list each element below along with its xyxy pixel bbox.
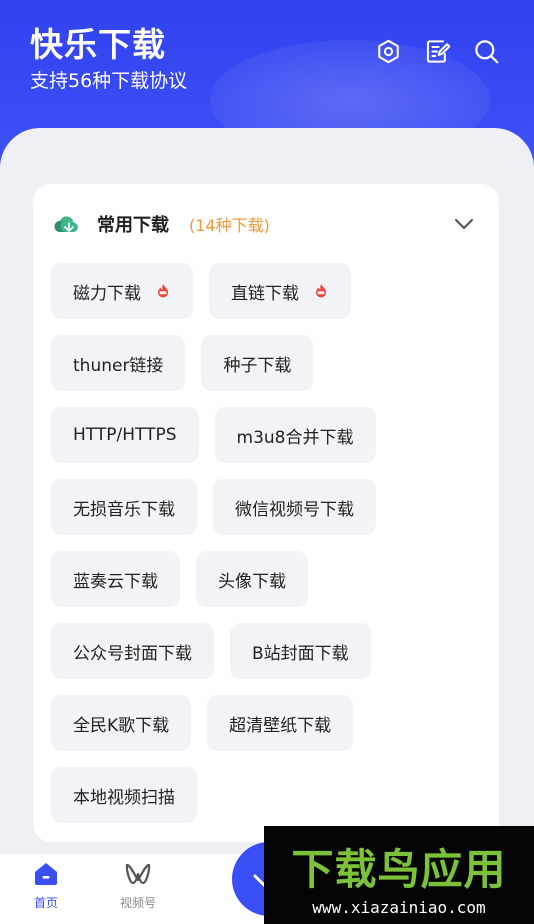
chip-official-account-cover-download[interactable]: 公众号封面下载 bbox=[51, 623, 214, 679]
app-title: 快乐下载 bbox=[30, 25, 166, 64]
chip-magnet-download[interactable]: 磁力下载 bbox=[51, 263, 193, 319]
search-icon[interactable] bbox=[473, 38, 500, 65]
chip-http-https[interactable]: HTTP/HTTPS bbox=[51, 407, 199, 463]
chip-bilibili-cover-download[interactable]: B站封面下载 bbox=[230, 623, 371, 679]
chip-lossless-music-download[interactable]: 无损音乐下载 bbox=[51, 479, 197, 535]
watermark-logo: 下载鸟应用 www.xiazainiao.com bbox=[264, 826, 534, 924]
chip-row: 蓝奏云下载 头像下载 bbox=[51, 551, 489, 607]
download-types: 磁力下载 直链下载 thuner链接 种子下载 HTTP/HTTPS m3u8合… bbox=[51, 263, 489, 839]
hot-badge-icon bbox=[158, 284, 168, 298]
notes-icon[interactable] bbox=[424, 38, 451, 65]
chip-kge-download[interactable]: 全民K歌下载 bbox=[51, 695, 192, 751]
watermark-title: 下载鸟应用 bbox=[291, 845, 507, 894]
nav-home[interactable]: 首页 bbox=[16, 860, 76, 911]
chip-row: 无损音乐下载 微信视频号下载 bbox=[51, 479, 489, 535]
hot-badge-icon bbox=[316, 284, 326, 298]
nav-video-channel[interactable]: 视频号 bbox=[108, 860, 168, 911]
nav-home-label: 首页 bbox=[33, 896, 58, 910]
app-subtitle: 支持56种下载协议 bbox=[30, 70, 188, 92]
watermark-url: www.xiazainiao.com bbox=[312, 898, 486, 917]
chip-avatar-download[interactable]: 头像下载 bbox=[196, 551, 308, 607]
chip-direct-link-download[interactable]: 直链下载 bbox=[209, 263, 351, 319]
chip-wechat-channels-download[interactable]: 微信视频号下载 bbox=[213, 479, 376, 535]
chip-label: 磁力下载 bbox=[73, 283, 141, 304]
chip-torrent-download[interactable]: 种子下载 bbox=[201, 335, 314, 391]
home-icon bbox=[35, 863, 57, 885]
chip-local-video-scan[interactable]: 本地视频扫描 bbox=[51, 767, 197, 823]
chip-m3u8-merge-download[interactable]: m3u8合并下载 bbox=[214, 407, 376, 463]
chevron-down-icon[interactable] bbox=[453, 217, 475, 231]
download-count: (14种下载) bbox=[189, 216, 270, 235]
common-downloads-card: 常用下载 (14种下载) 磁力下载 直链下载 thuner链接 种子下载 HTT… bbox=[33, 184, 499, 842]
header-actions bbox=[375, 38, 500, 65]
settings-icon[interactable] bbox=[375, 38, 402, 65]
chip-row: HTTP/HTTPS m3u8合并下载 bbox=[51, 407, 489, 463]
nav-video-label: 视频号 bbox=[119, 896, 156, 910]
chip-thunder-link[interactable]: thuner链接 bbox=[51, 335, 186, 391]
cloud-icon bbox=[54, 216, 78, 232]
chip-row: 磁力下载 直链下载 bbox=[51, 263, 489, 319]
chip-row: 全民K歌下载 超清壁纸下载 bbox=[51, 695, 489, 751]
card-title: 常用下载 bbox=[97, 215, 169, 236]
video-channel-icon bbox=[125, 863, 151, 885]
chip-row: thuner链接 种子下载 bbox=[51, 335, 489, 391]
chip-label: 直链下载 bbox=[231, 283, 299, 304]
chip-row: 公众号封面下载 B站封面下载 bbox=[51, 623, 489, 679]
chip-lanzou-cloud-download[interactable]: 蓝奏云下载 bbox=[51, 551, 180, 607]
chip-hd-wallpaper-download[interactable]: 超清壁纸下载 bbox=[207, 695, 354, 751]
card-header[interactable]: 常用下载 (14种下载) bbox=[53, 208, 475, 240]
chip-row: 本地视频扫描 bbox=[51, 767, 489, 823]
